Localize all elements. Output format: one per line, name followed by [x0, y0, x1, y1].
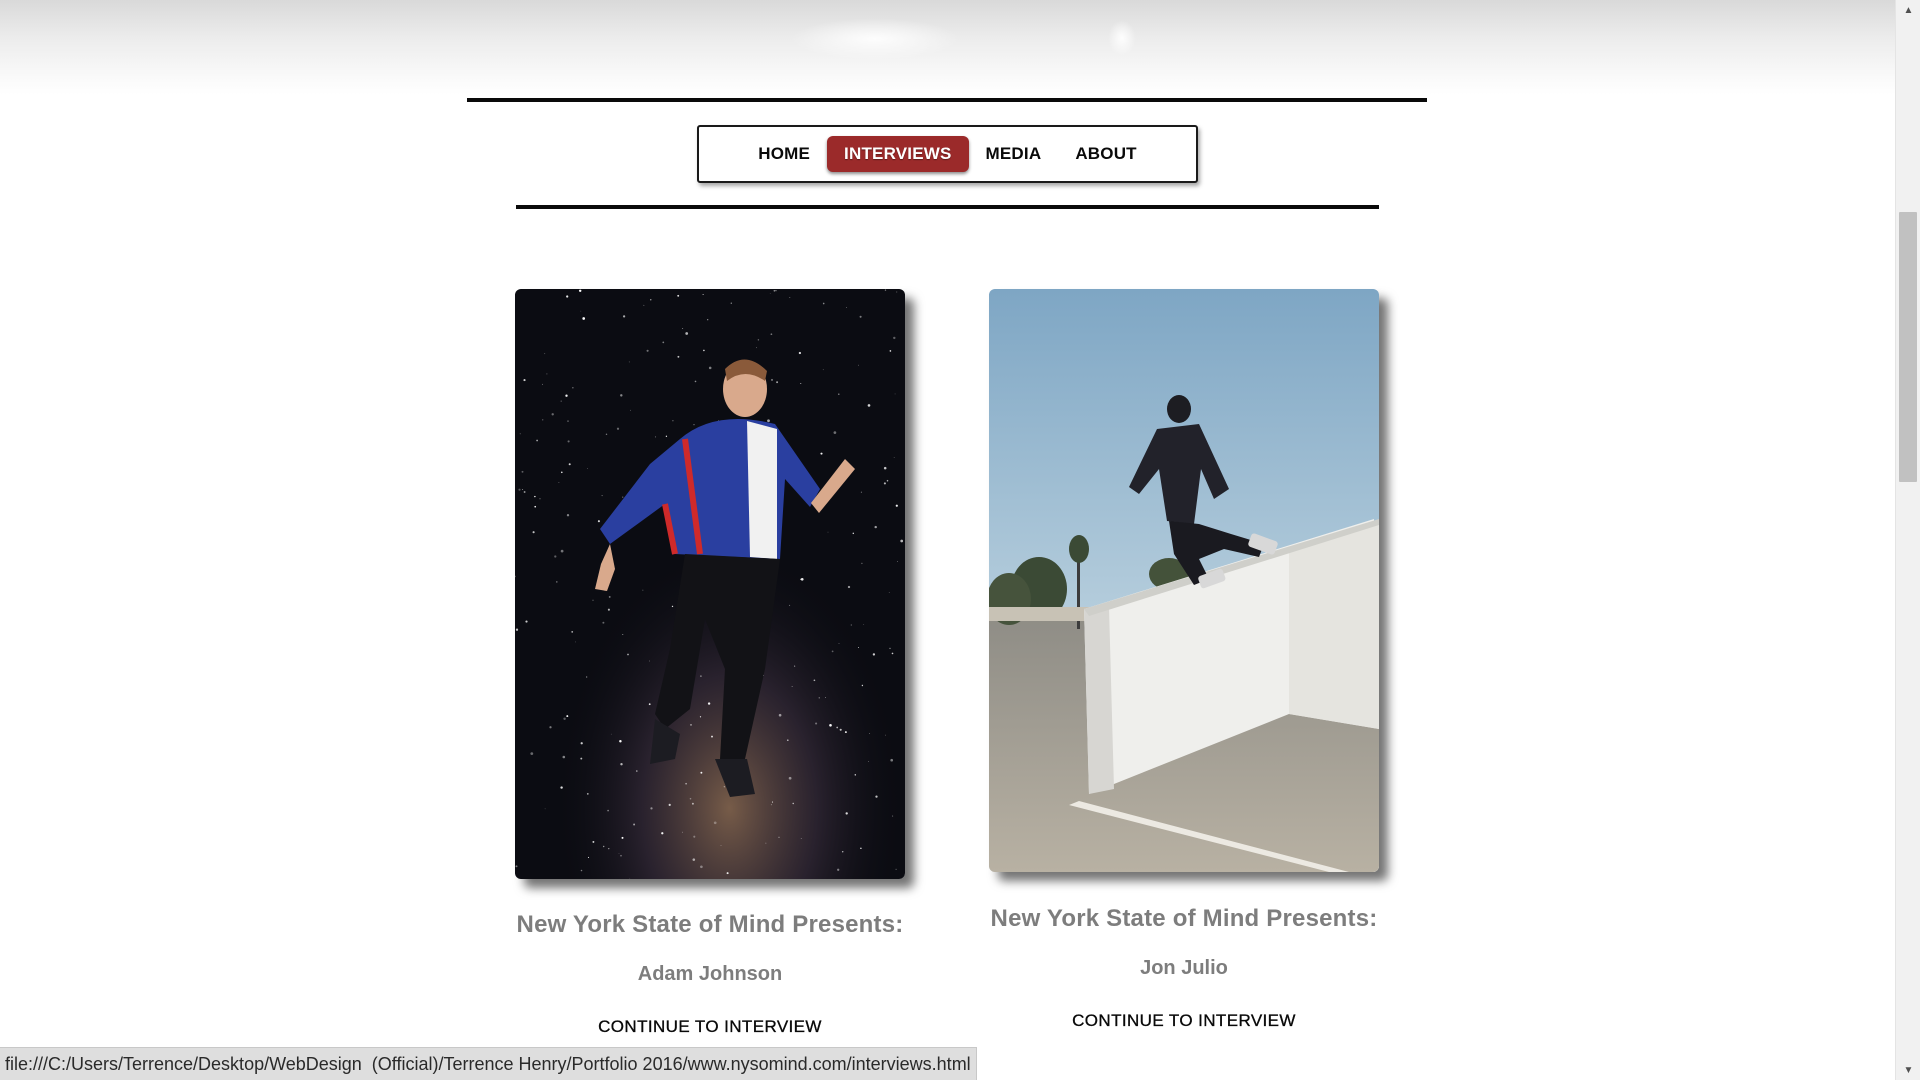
interview-photo-space-jump[interactable] [515, 289, 905, 879]
divider-nav-bottom [516, 205, 1379, 209]
link-status-bar: file:///C:/Users/Terrence/Desktop/WebDes… [0, 1047, 977, 1080]
presents-heading: New York State of Mind Presents: [990, 905, 1378, 932]
nav-about[interactable]: ABOUT [1058, 137, 1153, 171]
header-banner-image [0, 0, 1895, 95]
nav-media[interactable]: MEDIA [969, 137, 1059, 171]
scroll-down-arrow-icon[interactable]: ▼ [1896, 1060, 1920, 1080]
continue-to-interview-link[interactable]: CONTINUE TO INTERVIEW [598, 1017, 822, 1037]
interviewee-name: Adam Johnson [637, 963, 783, 985]
presents-heading: New York State of Mind Presents: [516, 911, 904, 938]
scroll-up-arrow-icon[interactable]: ▲ [1896, 0, 1920, 20]
interview-photo-skate-wall[interactable] [989, 289, 1379, 872]
interviewee-name: Jon Julio [1140, 957, 1228, 979]
interview-card-adam-johnson: New York State of Mind Presents: Adam Jo… [515, 289, 905, 1037]
main-nav: HOME INTERVIEWS MEDIA ABOUT [697, 125, 1198, 183]
divider-top [467, 98, 1427, 102]
scroll-thumb[interactable] [1899, 212, 1917, 482]
interview-card-jon-julio: New York State of Mind Presents: Jon Jul… [989, 289, 1379, 1031]
page-viewport: HOME INTERVIEWS MEDIA ABOUT New York Sta… [0, 0, 1895, 1080]
nav-interviews[interactable]: INTERVIEWS [827, 136, 969, 172]
vertical-scrollbar[interactable]: ▲ ▼ [1895, 0, 1920, 1080]
nav-home[interactable]: HOME [741, 137, 827, 171]
continue-to-interview-link[interactable]: CONTINUE TO INTERVIEW [1072, 1011, 1296, 1031]
